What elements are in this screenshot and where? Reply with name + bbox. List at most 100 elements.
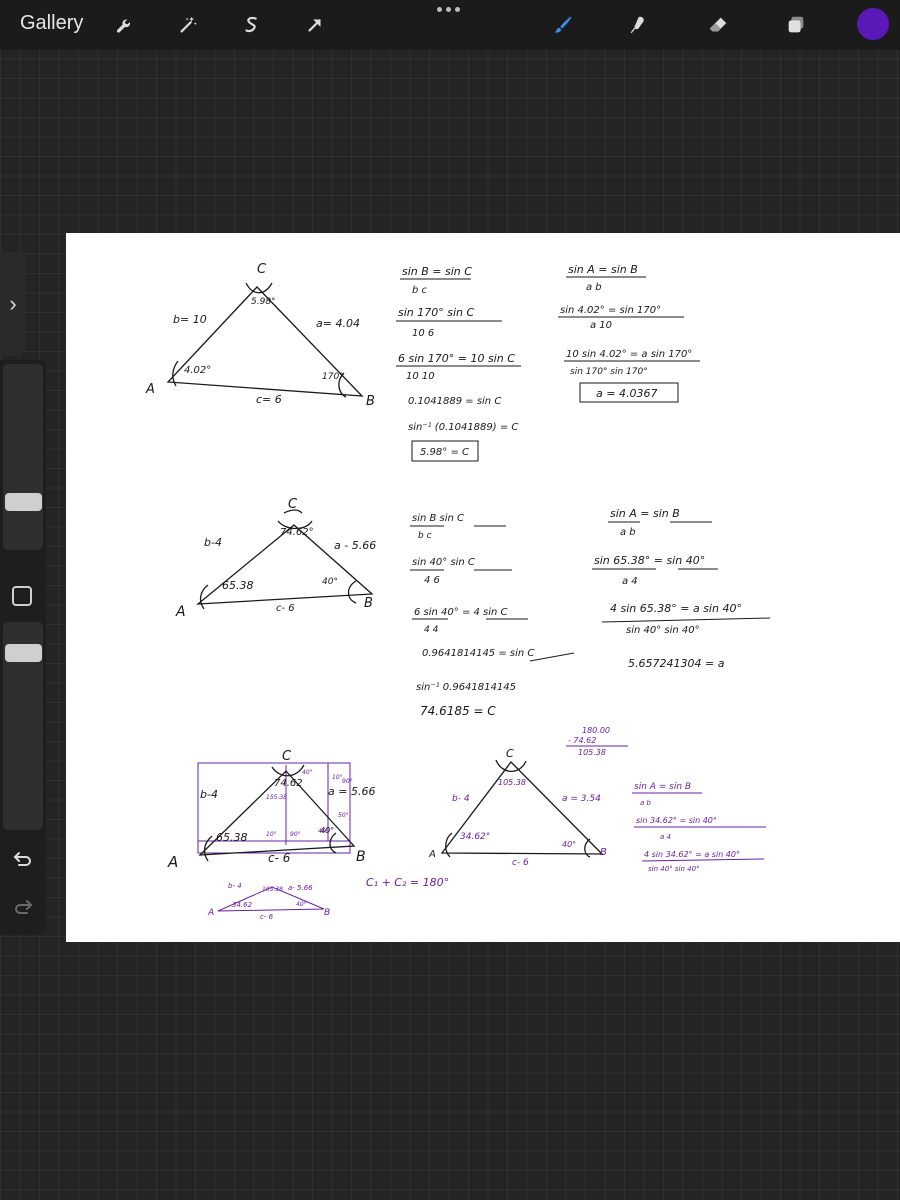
t2-angle-b: 40° — [322, 577, 338, 587]
t3-side-a: a = 5.66 — [328, 785, 375, 798]
top-toolbar: Gallery — [0, 0, 900, 50]
t1-side-a: a= 4.04 — [316, 317, 360, 330]
t4-side-c: c- 6 — [512, 858, 529, 868]
t4-vertex-a: A — [428, 849, 436, 860]
brush-icon[interactable] — [547, 9, 579, 41]
handwritten-text: 105.38 — [578, 748, 606, 757]
handwritten-text: 10 10 — [406, 371, 435, 382]
t3s-angle-b: 40° — [296, 901, 307, 908]
handwritten-text: sin 65.38° = sin 40° — [594, 554, 705, 567]
work-1-column-1: sin B = sin C b c sin 170° sin C 10 6 6 … — [396, 265, 521, 462]
t1-angle-b: 170° — [322, 372, 344, 382]
wrench-icon[interactable] — [109, 9, 141, 41]
t3s-vertex-a: A — [207, 908, 214, 918]
t2-vertex-a: A — [175, 604, 186, 620]
handwritten-text: 4 6 — [424, 575, 440, 586]
handwritten-text: sin 4.02° = sin 170° — [560, 305, 661, 316]
brush-size-slider[interactable] — [3, 364, 43, 550]
layers-icon[interactable] — [780, 9, 812, 41]
smudge-icon[interactable] — [622, 9, 654, 41]
canvas-drawing: C A B b= 10 a= 4.04 c= 6 5.98° 4.02° 170… — [145, 262, 771, 921]
t3s-angle-a: 34.62 — [232, 901, 253, 909]
more-options-icon[interactable] — [432, 2, 464, 16]
handwritten-text: sin B = sin C — [402, 265, 472, 278]
t3-inner-3: 10° — [266, 831, 277, 838]
color-picker-swatch[interactable] — [857, 8, 889, 40]
handwritten-text: sin A = sin B — [610, 507, 680, 520]
t2-side-b: b-4 — [204, 536, 222, 549]
t4-side-b: b- 4 — [452, 794, 470, 804]
t2-side-a: a - 5.66 — [334, 539, 376, 552]
triangle-4 — [440, 759, 604, 858]
t3-vertex-b: B — [356, 849, 366, 865]
opacity-knob[interactable] — [5, 644, 42, 662]
t4-angle-a: 34.62° — [460, 832, 490, 842]
handwritten-text: a b — [586, 282, 602, 293]
handwritten-text: a b — [620, 527, 636, 538]
handwritten-text: sin A = sin B — [568, 263, 638, 276]
handwritten-text: 5.98° = C — [420, 447, 469, 458]
drawing-canvas[interactable]: C A B b= 10 a= 4.04 c= 6 5.98° 4.02° 170… — [66, 233, 900, 942]
t3-vertex-a: A — [167, 853, 178, 871]
handwritten-text: 180.00 — [582, 726, 610, 735]
sidebar-toggle-handle[interactable]: › — [0, 252, 26, 356]
t3-inner-5: 50° — [338, 812, 349, 819]
t4-vertex-b: B — [600, 847, 607, 858]
t1-side-b: b= 10 — [173, 313, 207, 326]
transform-arrow-icon[interactable] — [299, 9, 331, 41]
t1-angle-a: 4.02° — [184, 365, 211, 376]
modify-button[interactable] — [12, 586, 32, 606]
handwritten-text: 74.6185 = C — [420, 704, 496, 718]
left-sidebar — [0, 360, 46, 935]
subtraction-work: 180.00 - 74.62 105.38 — [566, 726, 628, 757]
t2-angle-a: 65.38 — [222, 579, 254, 592]
t4-side-a: a = 3.54 — [562, 794, 601, 804]
t2-vertex-c: C — [288, 497, 298, 512]
t3s-side-b: b- 4 — [228, 882, 242, 890]
undo-icon[interactable] — [11, 847, 35, 871]
supplementary-note: C₁ + C₂ = 180° — [366, 876, 449, 889]
work-1-column-2: sin A = sin B a b sin 4.02° = sin 170° a… — [558, 263, 700, 403]
handwritten-text: 5.657241304 = a — [628, 657, 725, 670]
handwritten-text: a 4 — [622, 576, 638, 587]
t4-angle-c: 105.38 — [498, 778, 526, 787]
t3-side-c: c- 6 — [268, 851, 291, 865]
t1-side-c: c= 6 — [256, 393, 282, 406]
handwritten-text: sin 170° sin 170° — [570, 367, 648, 377]
handwritten-text: sin 40° sin 40° — [626, 625, 700, 636]
handwritten-text: sin 40° sin 40° — [648, 865, 700, 873]
handwritten-text: a = 4.0367 — [596, 387, 657, 400]
t3-side-b: b-4 — [200, 788, 218, 801]
t2-angle-c: 74.62° — [280, 527, 314, 538]
handwritten-text: b c — [412, 285, 428, 296]
t4-angle-b: 40° — [562, 840, 576, 849]
handwritten-text: 10 sin 4.02° = a sin 170° — [566, 349, 692, 360]
t3-inner-7: 10° — [332, 774, 343, 781]
chevron-right-icon: › — [9, 291, 17, 316]
brush-size-knob[interactable] — [5, 493, 42, 511]
selection-icon[interactable] — [236, 9, 268, 41]
eraser-icon[interactable] — [702, 9, 734, 41]
handwritten-text: sin⁻¹ (0.1041889) = C — [408, 422, 518, 433]
magic-wand-icon[interactable] — [172, 9, 204, 41]
gallery-button[interactable]: Gallery — [20, 12, 83, 35]
handwritten-text: sin B sin C — [412, 513, 464, 524]
handwritten-text: - 74.62 — [568, 736, 596, 745]
redo-icon[interactable] — [11, 895, 35, 919]
handwritten-text: 6 sin 170° = 10 sin C — [398, 352, 515, 365]
t3-inner-6: 90° — [342, 778, 353, 785]
t3-angle-c: 74.62 — [274, 778, 303, 789]
t3s-vertex-b: B — [324, 908, 330, 918]
t3-inner-2: 40° — [302, 769, 313, 776]
handwritten-text: sin 34.62° = sin 40° — [636, 816, 717, 825]
triangle-2 — [196, 509, 374, 610]
handwritten-text: 10 6 — [412, 328, 434, 339]
handwritten-text: sin 40° sin C — [412, 557, 475, 568]
t1-vertex-c: C — [257, 262, 267, 277]
t1-angle-c: 5.98° — [251, 297, 276, 307]
work-2-column-1: sin B sin C b c sin 40° sin C 4 6 6 sin … — [410, 513, 575, 718]
handwritten-text: sin⁻¹ 0.9641814145 — [416, 682, 516, 693]
handwritten-text: b c — [418, 531, 432, 541]
t3-angle-a: 65.38 — [216, 831, 248, 844]
handwritten-text: sin 170° sin C — [398, 306, 475, 319]
